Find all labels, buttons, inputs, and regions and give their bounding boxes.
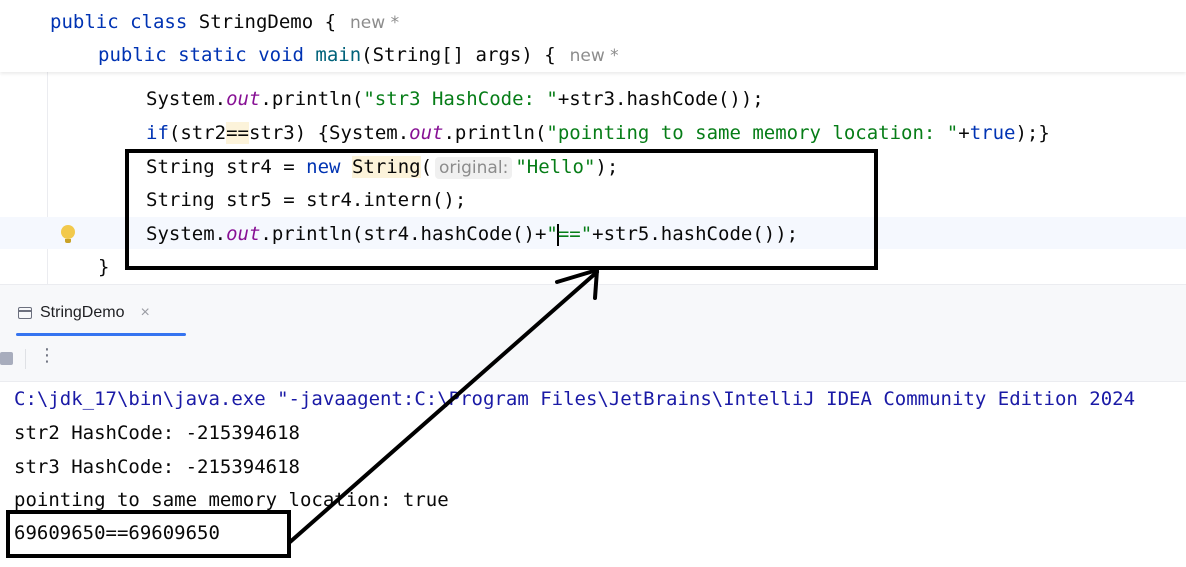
arrow-shaft xyxy=(288,270,599,544)
arrow-head xyxy=(555,268,599,300)
annotation-arrow xyxy=(288,268,599,544)
